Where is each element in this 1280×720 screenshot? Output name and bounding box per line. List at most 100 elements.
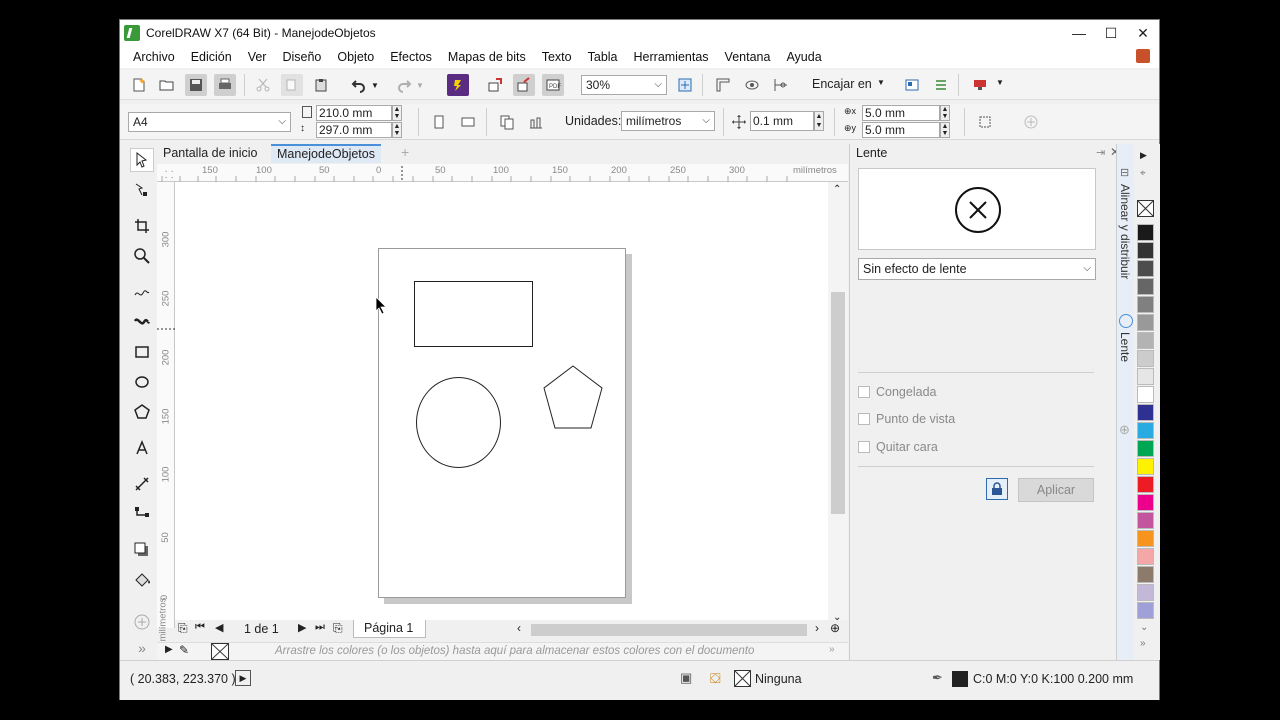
lens-effect-select[interactable]: Sin efecto de lente ⌵ [858,258,1096,280]
nudge-distance-spinner[interactable]: ▲ ▼ [814,111,824,131]
undo-dropdown-icon[interactable]: ▼ [369,74,381,96]
page-width-spinner[interactable]: ▲ ▼ [392,105,402,121]
landscape-icon[interactable] [457,111,479,133]
duplicate-y-spinner[interactable]: ▲ ▼ [940,122,950,138]
color-swatch[interactable] [1137,404,1154,421]
color-swatch[interactable] [1137,530,1154,547]
zoom-tool-icon[interactable] [130,244,154,268]
import-icon[interactable] [484,74,506,96]
color-swatch[interactable] [1137,476,1154,493]
color-swatch[interactable] [1137,458,1154,475]
color-swatch[interactable] [1137,350,1154,367]
publish-pdf-icon[interactable]: PDF [542,74,564,96]
next-page-icon[interactable]: ▶ [298,621,306,634]
paste-icon[interactable] [310,74,332,96]
outline-color-swatch[interactable] [952,671,968,687]
redo-icon[interactable] [393,74,415,96]
vertical-scrollbar[interactable]: ⌃ ⌄ [828,182,848,628]
color-swatch[interactable] [1137,566,1154,583]
scroll-up-icon[interactable]: ⌃ [833,184,841,195]
remove-face-checkbox[interactable]: Quitar cara [858,440,938,454]
menu-edicion[interactable]: Edición [191,50,232,64]
previous-page-icon[interactable]: ◀ [215,621,223,634]
menu-ventana[interactable]: Ventana [725,50,771,64]
open-folder-icon[interactable] [156,74,178,96]
scroll-right-icon[interactable]: › [815,621,819,635]
show-guidelines-icon[interactable] [770,74,792,96]
scroll-thumb[interactable] [831,292,845,514]
tab-pantalla-de-inicio[interactable]: Pantalla de inicio [157,144,264,163]
color-swatch[interactable] [1137,242,1154,259]
page-size-select[interactable]: A4 ⌵ [128,112,291,132]
pick-tool-icon[interactable] [130,148,154,172]
menu-objeto[interactable]: Objeto [337,50,374,64]
pentagon-shape[interactable] [543,365,605,431]
color-swatch[interactable] [1137,296,1154,313]
no-fill-swatch[interactable] [1137,200,1154,217]
color-swatch[interactable] [1137,260,1154,277]
insert-page-after-icon[interactable]: ⎘ [333,621,343,636]
full-screen-preview-icon[interactable] [674,74,696,96]
shape-tool-icon[interactable] [130,178,154,202]
undo-icon[interactable] [348,74,370,96]
welcome-screen-icon[interactable] [901,74,923,96]
menu-ver[interactable]: Ver [248,50,267,64]
artistic-media-tool-icon[interactable] [130,310,154,334]
add-tab-icon[interactable]: + [401,144,409,160]
redo-dropdown-icon[interactable]: ▼ [414,74,426,96]
page-width-input[interactable]: 210.0 mm [316,105,392,121]
last-page-icon[interactable]: ⏭ [315,621,325,634]
maximize-button[interactable]: ☐ [1095,20,1127,46]
apply-button[interactable]: Aplicar [1018,478,1094,502]
show-rulers-icon[interactable] [712,74,734,96]
print-icon[interactable] [214,74,236,96]
fill-bucket-icon[interactable]: ⛋ [710,670,721,687]
palette-expand-icon[interactable]: » [1140,638,1146,649]
menu-texto[interactable]: Texto [542,50,572,64]
freehand-tool-icon[interactable] [130,280,154,304]
nudge-distance-input[interactable]: 0.1 mm [750,111,814,131]
show-grid-icon[interactable] [741,74,763,96]
menu-mapas-de-bits[interactable]: Mapas de bits [448,50,526,64]
drawing-canvas[interactable] [175,182,828,628]
color-swatch[interactable] [1137,602,1154,619]
zoom-level-select[interactable]: 30% ⌵ [581,75,667,95]
palette-scroll-icon[interactable]: » [829,644,835,655]
crop-tool-icon[interactable] [130,214,154,238]
menu-ayuda[interactable]: Ayuda [786,50,821,64]
current-page-icon[interactable] [525,111,547,133]
color-swatch[interactable] [1137,386,1154,403]
tab-align-distribute[interactable]: Alinear y distribuir [1118,184,1132,279]
palette-pin-icon[interactable]: ⌖ [1140,168,1146,179]
color-swatch[interactable] [1137,548,1154,565]
snap-dropdown-icon[interactable]: ▼ [877,78,885,87]
drop-shadow-tool-icon[interactable] [130,538,154,562]
status-expand-icon[interactable]: ▶ [235,670,251,686]
search-content-icon[interactable] [447,74,469,96]
account-icon[interactable] [1136,49,1150,63]
tab-lens[interactable]: Lente [1118,332,1132,362]
zoom-navigator-icon[interactable]: ⊕ [830,621,840,635]
minimize-button[interactable]: — [1063,20,1095,46]
ruler-origin-icon[interactable]: ⸬ [165,167,173,181]
polygon-tool-icon[interactable] [130,400,154,424]
toolbox-expand-icon[interactable]: » [130,636,154,660]
color-swatch[interactable] [1137,494,1154,511]
horizontal-ruler[interactable]: ⸬ 150 100 50 0 50 100 150 200 250 300 mi… [157,164,848,182]
frozen-checkbox[interactable]: Congelada [858,385,936,399]
viewpoint-checkbox[interactable]: Punto de vista [858,412,955,426]
fill-none-swatch[interactable] [734,670,751,687]
add-docker-icon[interactable]: ⊕ [1119,422,1130,438]
color-swatch[interactable] [1137,584,1154,601]
lock-icon[interactable] [986,478,1008,500]
rectangle-shape[interactable] [414,281,533,347]
copy-icon[interactable] [281,74,303,96]
palette-menu-icon[interactable]: ▶ [1140,150,1147,161]
checkbox-icon[interactable] [858,386,870,398]
palette-scroll-down-icon[interactable]: ⌄ [1140,622,1148,633]
scroll-left-icon[interactable]: ‹ [517,621,521,635]
page-height-input[interactable]: 297.0 mm [316,122,392,138]
units-select[interactable]: milímetros ⌵ [621,111,715,131]
menu-herramientas[interactable]: Herramientas [634,50,709,64]
cut-icon[interactable] [252,74,274,96]
